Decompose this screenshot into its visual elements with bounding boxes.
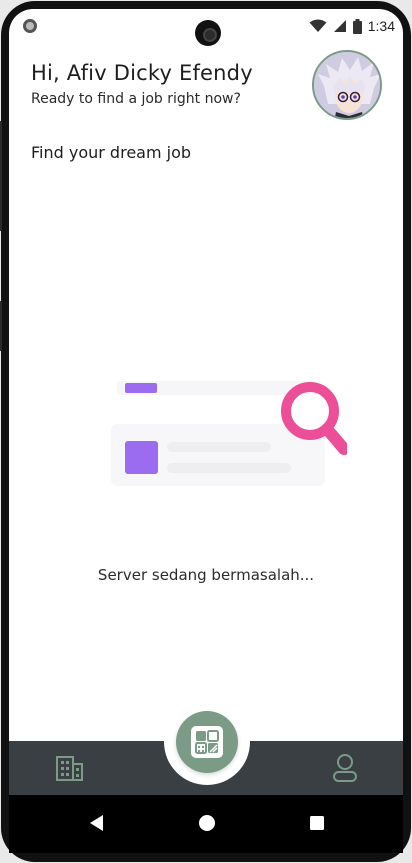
cellular-signal-icon [333, 20, 346, 32]
building-icon [56, 756, 83, 781]
greeting-title: Hi, Afiv Dicky Efendy [31, 61, 253, 85]
nav-item-profile[interactable] [329, 753, 361, 783]
system-recents-button[interactable] [305, 811, 329, 835]
user-icon [333, 754, 357, 782]
system-navigation-bar [9, 795, 403, 853]
front-camera [195, 20, 221, 46]
side-button-power [0, 301, 2, 351]
system-home-button[interactable] [195, 811, 219, 835]
avatar[interactable] [312, 50, 382, 120]
status-bar: 1:34 [9, 9, 403, 46]
home-icon [199, 815, 215, 831]
avatar-image [314, 52, 380, 118]
greeting-subtitle: Ready to find a job right now? [31, 91, 241, 107]
app-screen: 1:34 Hi, Afiv Dicky Efendy Ready to find… [9, 9, 403, 795]
home-fab-button[interactable] [176, 711, 238, 773]
back-icon [90, 815, 103, 831]
system-back-button[interactable] [85, 811, 109, 835]
recents-icon [310, 816, 324, 830]
battery-icon [352, 18, 362, 34]
status-time: 1:34 [367, 18, 395, 34]
section-title: Find your dream job [31, 143, 192, 162]
grid-cards-icon [191, 726, 223, 758]
notification-dot-icon [23, 19, 37, 33]
empty-state-illustration [97, 369, 350, 489]
nav-item-companies[interactable] [53, 753, 85, 783]
wifi-icon [309, 19, 327, 32]
greeting-header: Hi, Afiv Dicky Efendy Ready to find a jo… [31, 61, 253, 107]
error-message: Server sedang bermasalah... [97, 566, 315, 584]
side-button-volume [0, 121, 2, 231]
